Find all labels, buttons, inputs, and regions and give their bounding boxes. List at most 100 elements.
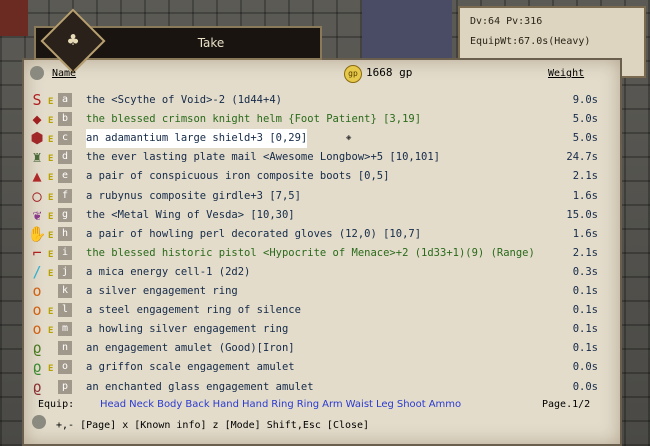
item-name[interactable]: a rubynus composite girdle+3 [7,5] — [86, 187, 301, 206]
help-icon[interactable] — [32, 415, 46, 429]
item-sprite-icon: ❦ — [32, 205, 42, 224]
item-sprite-icon: ⬢ — [30, 129, 44, 148]
item-key[interactable]: l — [58, 303, 72, 318]
item-sprite-icon: ◯ — [32, 186, 42, 205]
gold-amount: 1668 gp — [366, 66, 413, 79]
item-weight: 0.0s — [572, 380, 598, 393]
item-key[interactable]: f — [58, 188, 72, 203]
item-key[interactable]: d — [58, 150, 72, 165]
item-name[interactable]: the <Metal Wing of Vesda> [10,30] — [86, 206, 295, 225]
item-sprite-icon: ϱ — [32, 358, 42, 377]
equipped-badge: E — [48, 249, 54, 260]
equip-slot-head[interactable]: Head — [100, 399, 126, 410]
item-name[interactable]: a pair of conspicuous iron composite boo… — [86, 167, 389, 186]
item-name[interactable]: a howling silver engagement ring — [86, 320, 288, 339]
equip-slot-hand[interactable]: Hand — [242, 399, 268, 410]
item-row[interactable]: ◆ Eb the blessed crimson knight helm {Foot… — [0, 110, 650, 129]
gold-coin-icon: gp — [344, 65, 362, 83]
item-name[interactable]: a griffon scale engagement amulet — [86, 358, 295, 377]
equipped-badge: E — [48, 173, 54, 184]
item-name[interactable]: an engagement amulet (Good)[Iron] — [86, 339, 295, 358]
item-weight: 0.3s — [572, 265, 598, 278]
key-help-text: +,- [Page] x [Known info] z [Mode] Shift… — [56, 420, 370, 431]
item-key[interactable]: b — [58, 112, 72, 127]
item-name[interactable]: an adamantium large shield+3 [0,29] — [86, 129, 308, 149]
equipped-badge: E — [48, 154, 54, 165]
item-name[interactable]: a steel engagement ring of silence — [86, 301, 301, 320]
item-row[interactable]: ◯ Ef a rubynus composite girdle+3 [7,5] 1.6… — [0, 187, 650, 206]
item-name[interactable]: the blessed crimson knight helm {Foot Pa… — [86, 110, 421, 129]
item-row[interactable]: oEm a howling silver engagement ring 0.1s — [0, 320, 650, 339]
item-key[interactable]: n — [58, 341, 72, 356]
item-sprite-icon: o — [32, 282, 42, 300]
item-sprite-icon: ϱ — [32, 339, 42, 358]
equipped-badge: E — [48, 192, 54, 203]
equipped-badge: E — [48, 364, 54, 375]
item-row[interactable]: ϱEo a griffon scale engagement amulet 0.0s — [0, 358, 650, 377]
equip-slot-arm[interactable]: Arm — [322, 399, 343, 410]
equip-slot-back[interactable]: Back — [185, 399, 209, 410]
item-name[interactable]: a pair of howling perl decorated gloves … — [86, 225, 421, 244]
item-sprite-icon: ◆ — [32, 110, 42, 129]
item-name[interactable]: the blessed historic pistol <Hypocrite o… — [86, 244, 535, 263]
item-key[interactable]: j — [58, 264, 72, 279]
item-key[interactable]: o — [58, 360, 72, 375]
item-sprite-icon: / — [32, 262, 42, 281]
equip-slot-leg[interactable]: Leg — [376, 399, 394, 410]
item-row[interactable]: ✋ Eh a pair of howling perl decorated glov… — [0, 225, 650, 244]
item-weight: 5.0s — [572, 113, 598, 126]
item-row[interactable]: ⌐ Ei the blessed historic pistol <Hypocrit… — [0, 244, 650, 263]
item-weight: 2.1s — [572, 246, 598, 259]
item-sprite-icon: ⌐ — [32, 243, 42, 262]
item-name[interactable]: a mica energy cell-1 (2d2) — [86, 263, 250, 282]
item-row[interactable]: ϱ p an enchanted glass engagement amulet 0.… — [0, 378, 650, 397]
sort-icon[interactable] — [30, 66, 44, 80]
item-key[interactable]: i — [58, 245, 72, 260]
equipped-badge: E — [48, 307, 54, 318]
item-row[interactable]: ⬢ Ec an adamantium large shield+3 [0,29] ◈ 5… — [0, 129, 650, 149]
defense-stats: Dv:64 Pv:316 — [470, 16, 543, 27]
item-sprite-icon: ✋ — [27, 224, 47, 243]
equip-slot-ammo[interactable]: Ammo — [429, 399, 461, 410]
equip-slot-shoot[interactable]: Shoot — [397, 399, 426, 410]
equipped-badge: E — [48, 97, 54, 107]
item-row[interactable]: o k a silver engagement ring 0.1s — [0, 282, 650, 301]
equip-slot-hand[interactable]: Hand — [213, 399, 239, 410]
cursor-icon: ◈ — [346, 133, 352, 144]
item-key[interactable]: p — [58, 379, 72, 394]
equip-slot-ring[interactable]: Ring — [271, 399, 293, 410]
item-row[interactable]: ❦ Eg the <Metal Wing of Vesda> [10,30] 15.0… — [0, 206, 650, 225]
equipped-badge: E — [48, 230, 54, 241]
equip-slot-waist[interactable]: Waist — [346, 399, 373, 410]
item-row[interactable]: S Ea the <Scythe of Void>-2 (1d44+4) 9.0s — [0, 91, 650, 110]
item-name[interactable]: a silver engagement ring — [86, 282, 238, 301]
item-weight: 0.1s — [572, 285, 598, 297]
item-weight: 5.0s — [572, 132, 598, 145]
equipped-badge: E — [48, 326, 54, 337]
equipped-badge: E — [48, 268, 54, 279]
equip-slot-body[interactable]: Body — [157, 399, 182, 410]
item-weight: 0.1s — [572, 342, 598, 355]
item-row[interactable]: ♜ Ed the ever lasting plate mail <Awesome … — [0, 148, 650, 167]
item-row[interactable]: ▲ Ee a pair of conspicuous iron composite … — [0, 167, 650, 186]
item-key[interactable]: m — [58, 322, 72, 337]
column-header-name[interactable]: Name — [52, 68, 76, 79]
item-key[interactable]: g — [58, 207, 72, 222]
item-key[interactable]: k — [58, 284, 72, 298]
item-key[interactable]: c — [58, 131, 72, 146]
item-key[interactable]: e — [58, 169, 72, 184]
item-name[interactable]: the ever lasting plate mail <Awesome Lon… — [86, 148, 440, 167]
item-key[interactable]: h — [58, 226, 72, 241]
item-key[interactable]: a — [58, 93, 72, 107]
item-name[interactable]: the <Scythe of Void>-2 (1d44+4) — [86, 91, 282, 110]
item-name[interactable]: an enchanted glass engagement amulet — [86, 378, 314, 397]
item-sprite-icon: ▲ — [32, 167, 42, 186]
item-row[interactable]: / Ej a mica energy cell-1 (2d2) 0.3s — [0, 263, 650, 282]
item-sprite-icon: ϱ — [32, 377, 42, 396]
item-row[interactable]: oEl a steel engagement ring of silence 0.1… — [0, 301, 650, 320]
column-header-weight[interactable]: Weight — [548, 68, 584, 79]
equipped-badge: E — [48, 135, 54, 146]
equip-slot-neck[interactable]: Neck — [129, 399, 154, 410]
equip-slot-ring[interactable]: Ring — [297, 399, 319, 410]
item-row[interactable]: ϱ n an engagement amulet (Good)[Iron] 0.1s — [0, 339, 650, 358]
